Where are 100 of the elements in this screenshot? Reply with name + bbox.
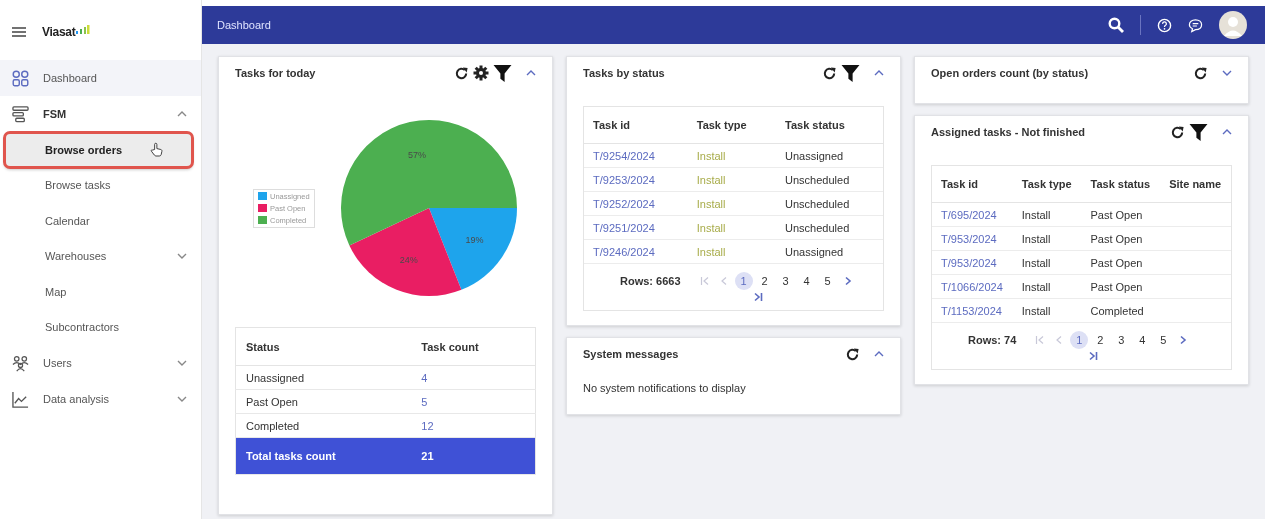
table-cell: Completed [235, 413, 412, 438]
chevron-icon[interactable] [177, 253, 187, 260]
next-page-icon[interactable] [1178, 335, 1189, 345]
collapse-icon[interactable] [874, 351, 884, 357]
people-icon [12, 354, 29, 372]
menu-icon[interactable] [12, 27, 26, 37]
task-link[interactable]: T/1066/2024 [941, 280, 1003, 293]
page-number[interactable]: 1 [734, 272, 753, 290]
page-number[interactable]: 4 [797, 272, 816, 290]
refresh-icon[interactable] [1170, 124, 1185, 140]
chevron-icon[interactable] [177, 111, 187, 117]
card-title: Tasks by status [583, 67, 666, 79]
table-cell: Unassigned [776, 143, 883, 168]
table-cell: Install [687, 191, 777, 216]
sidebar-item[interactable]: Users [0, 345, 201, 381]
table-cell: Install [1012, 226, 1082, 251]
card-title: Open orders count (by status) [931, 67, 1090, 79]
logo-wordmark: Viasat [42, 25, 76, 39]
sidebar-subitem[interactable]: Browse orders [4, 132, 193, 168]
task-link[interactable]: T/953/2024 [941, 232, 997, 245]
sidebar-item[interactable]: Dashboard [0, 60, 201, 96]
table-cell: Install [1012, 274, 1082, 299]
table-cell: Install [1012, 202, 1082, 227]
task-link[interactable]: T/9253/2024 [593, 173, 655, 186]
column-header: Site name [1160, 166, 1231, 203]
card-title: Assigned tasks - Not finished [931, 126, 1087, 138]
table-cell: Past Open [1081, 250, 1161, 275]
stacked-bars-icon [12, 105, 29, 123]
task-link[interactable]: T/9252/2024 [593, 197, 655, 210]
column-header: Task status [1081, 166, 1161, 203]
table-cell: Past Open [1081, 226, 1161, 251]
filter-icon[interactable] [1189, 122, 1208, 142]
page-number[interactable]: 5 [818, 272, 837, 290]
slice-label: 24% [399, 255, 418, 266]
task-link[interactable]: T/9251/2024 [593, 221, 655, 234]
settings-icon[interactable] [473, 65, 489, 81]
sidebar-subitem[interactable]: Subcontractors [0, 309, 201, 345]
filter-icon[interactable] [841, 63, 860, 83]
page-number[interactable]: 5 [1154, 331, 1173, 349]
collapse-icon[interactable] [874, 70, 884, 76]
chevron-icon[interactable] [177, 360, 187, 366]
line-chart-icon [12, 390, 29, 408]
expand-icon[interactable] [1222, 70, 1232, 76]
sidebar-subitem[interactable]: Browse tasks [0, 167, 201, 203]
chat-icon[interactable] [1188, 17, 1203, 33]
refresh-icon[interactable] [454, 65, 469, 81]
sidebar-item[interactable]: FSM [0, 96, 201, 132]
signal-bars-icon [76, 25, 91, 35]
page-number[interactable]: 2 [755, 272, 774, 290]
table-cell: 12 [411, 413, 536, 438]
sidebar-item[interactable]: Data analysis [0, 381, 201, 417]
sidebar-subitem[interactable]: Calendar [0, 203, 201, 239]
column-header: Task type [1012, 166, 1082, 203]
last-page-icon[interactable] [752, 292, 763, 302]
table-cell: Completed [1081, 298, 1161, 323]
table-cell: Unscheduled [776, 215, 883, 240]
page-title: Dashboard [217, 19, 272, 31]
sidebar-subitem[interactable]: Map [0, 274, 201, 310]
card-title: System messages [583, 348, 680, 360]
help-icon[interactable] [1157, 17, 1172, 33]
page-number[interactable]: 4 [1133, 331, 1152, 349]
page-number[interactable]: 3 [776, 272, 795, 290]
task-link[interactable]: T/695/2024 [941, 208, 997, 221]
last-page-icon[interactable] [1088, 351, 1099, 361]
sidebar-subitem[interactable]: Warehouses [0, 238, 201, 274]
refresh-icon[interactable] [822, 65, 837, 81]
grid-icon [12, 69, 29, 87]
table-cell: Unassigned [235, 365, 412, 390]
avatar-icon[interactable] [1219, 11, 1247, 39]
table-cell: 5 [411, 389, 536, 414]
page-number[interactable]: 1 [1070, 331, 1089, 349]
table-cell: Install [687, 239, 777, 264]
column-header: Task status [776, 107, 883, 144]
table-cell: Unscheduled [776, 167, 883, 192]
chevron-icon[interactable] [177, 396, 187, 402]
row-count: Rows: 74 [968, 333, 1017, 348]
refresh-icon[interactable] [1193, 65, 1208, 81]
refresh-icon[interactable] [845, 346, 860, 362]
table-cell: Install [687, 215, 777, 240]
table-cell: Unscheduled [776, 191, 883, 216]
column-header: Task count [411, 327, 536, 366]
table-cell: Past Open [1081, 274, 1161, 299]
search-icon[interactable] [1108, 17, 1124, 33]
table-cell: Install [687, 143, 777, 168]
task-link[interactable]: T/1153/2024 [941, 304, 1002, 317]
task-link[interactable]: T/9254/2024 [593, 149, 655, 162]
column-header: Status [235, 327, 412, 366]
table-cell: Unassigned [776, 239, 883, 264]
table-cell: Install [1012, 250, 1082, 275]
page-number[interactable]: 3 [1112, 331, 1131, 349]
page-number[interactable]: 2 [1091, 331, 1110, 349]
task-link[interactable]: T/953/2024 [941, 256, 997, 269]
table-cell: 4 [411, 365, 536, 390]
collapse-icon[interactable] [1222, 129, 1232, 135]
task-link[interactable]: T/9246/2024 [593, 245, 655, 258]
filter-icon[interactable] [493, 63, 512, 83]
column-header: Task id [584, 107, 688, 144]
collapse-icon[interactable] [526, 70, 536, 76]
hand-cursor-icon [150, 142, 163, 158]
table-cell: Install [687, 167, 777, 192]
